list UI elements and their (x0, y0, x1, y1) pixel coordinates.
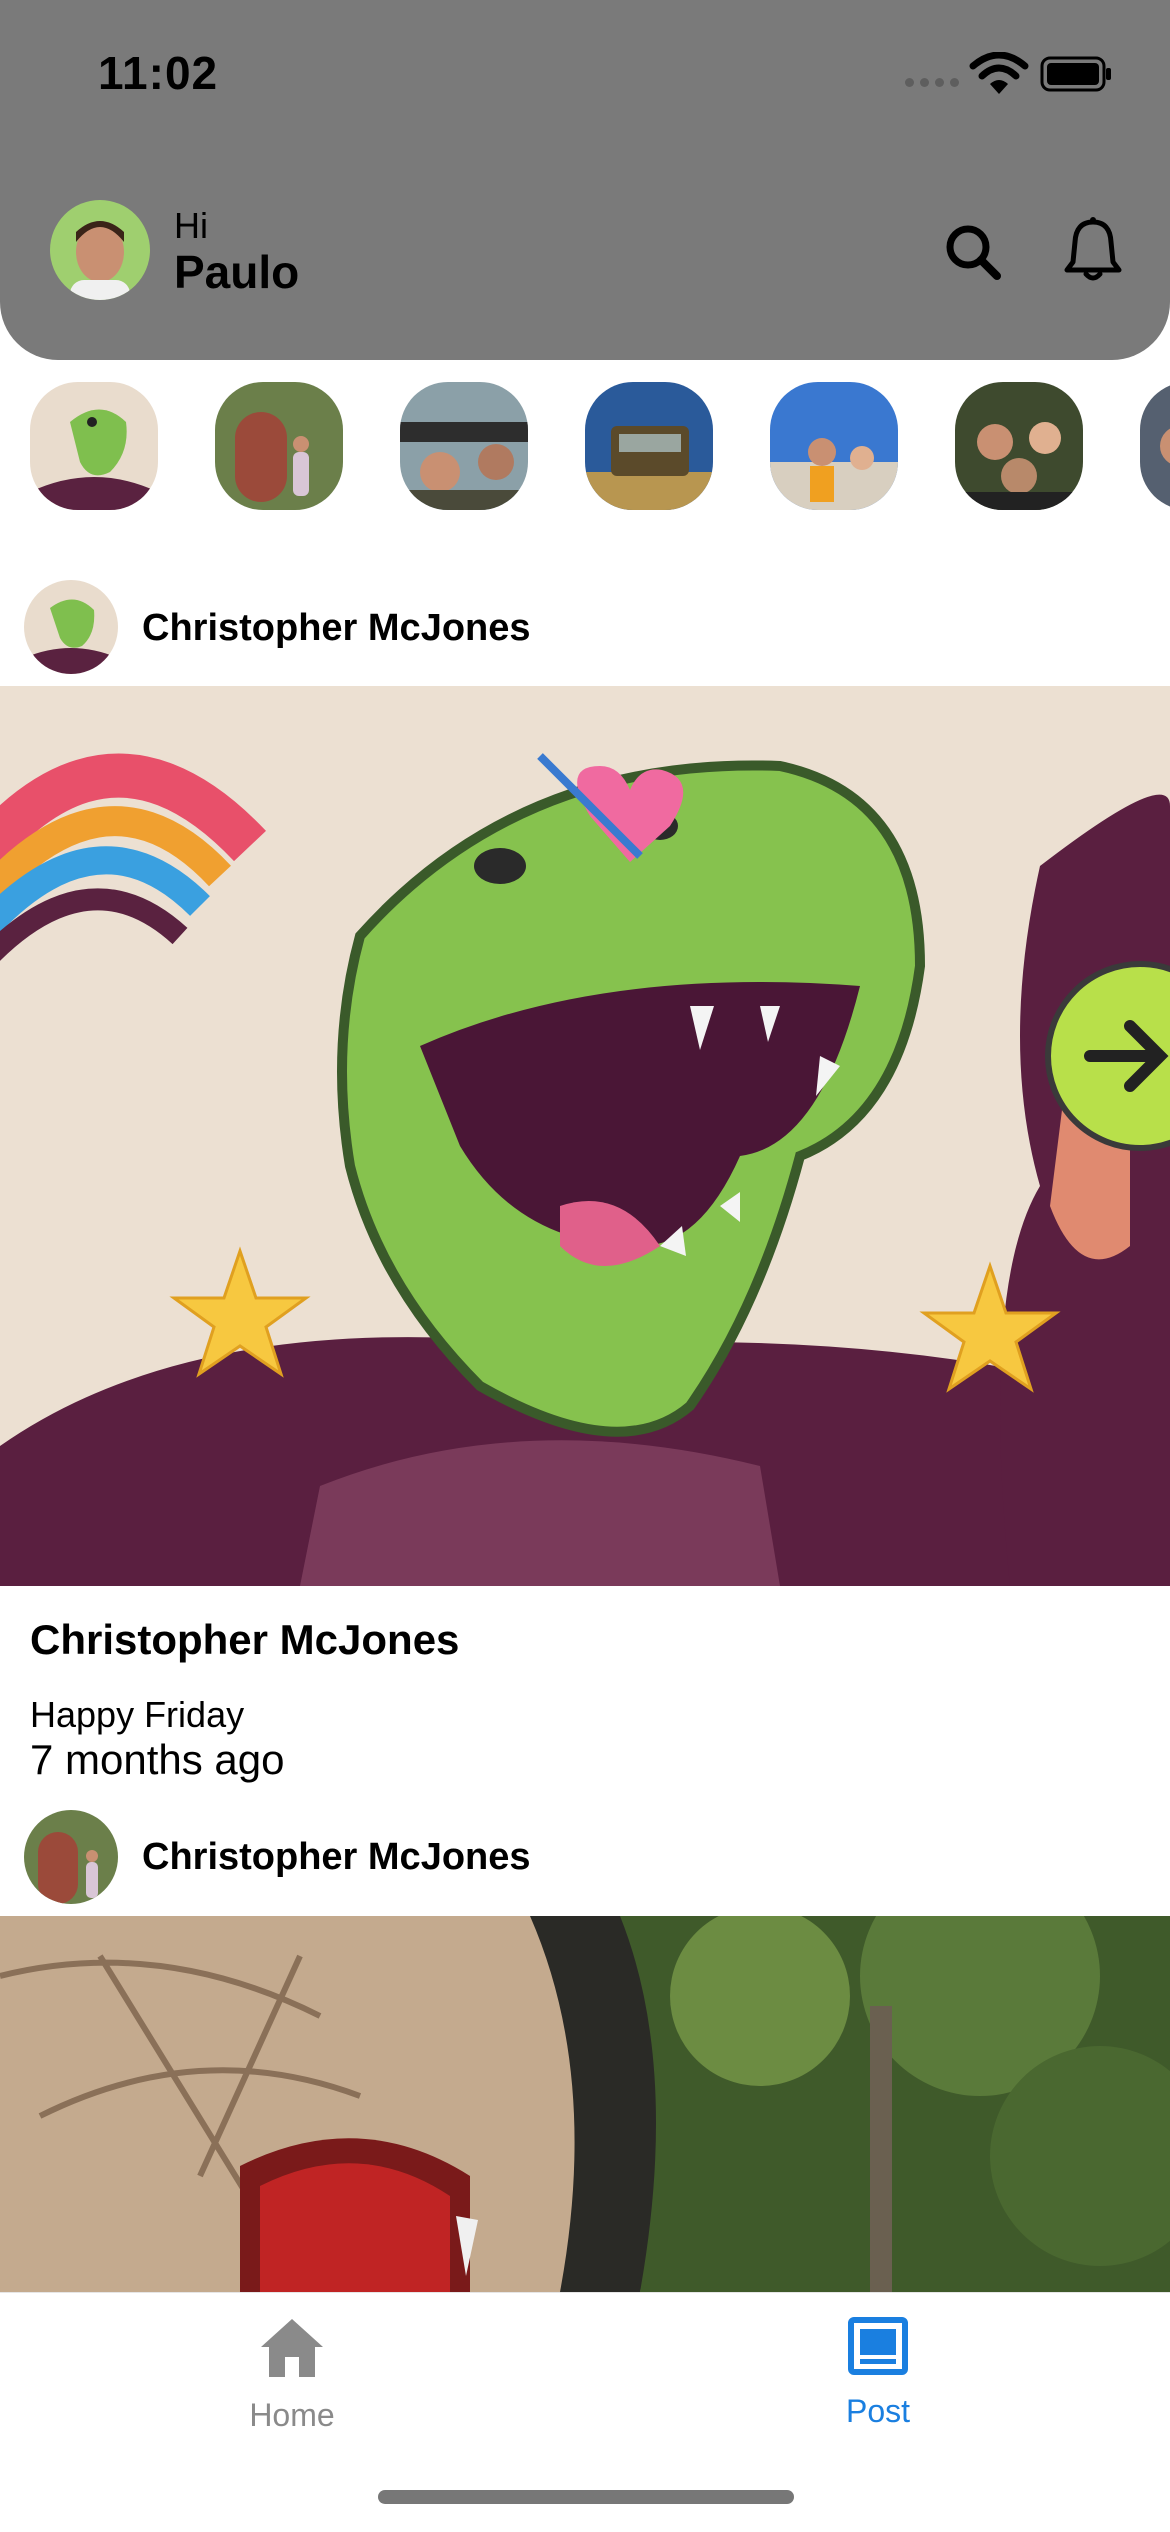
header: 11:02 Hi Paulo (0, 0, 1170, 360)
tab-home-label: Home (249, 2397, 335, 2433)
tab-post-label: Post (845, 2393, 911, 2429)
post-author-name[interactable]: Christopher McJones (142, 607, 531, 650)
story-item[interactable] (585, 382, 713, 510)
post-image[interactable] (0, 686, 1170, 1586)
bell-icon[interactable] (1062, 216, 1124, 284)
tab-post[interactable]: Post (758, 2317, 998, 2457)
post-caption: Happy Friday (30, 1694, 245, 1735)
post-icon (848, 2317, 908, 2375)
battery-icon (1040, 56, 1111, 92)
post-author-name[interactable]: Christopher McJones (142, 1836, 531, 1879)
story-item[interactable] (955, 382, 1083, 510)
search-icon[interactable] (943, 222, 1003, 282)
stories-row (0, 382, 1170, 512)
home-indicator[interactable] (378, 2490, 794, 2504)
post-author-avatar[interactable] (24, 580, 118, 674)
status-time: 11:02 (98, 47, 219, 99)
cellular-signal-icon (905, 78, 959, 87)
story-item[interactable] (1140, 382, 1170, 510)
post-title: Christopher McJones (30, 1616, 460, 1663)
wifi-icon (969, 52, 1029, 94)
story-item[interactable] (770, 382, 898, 510)
post-image[interactable] (0, 1916, 1170, 2292)
user-avatar[interactable] (50, 200, 150, 300)
tab-home[interactable]: Home (172, 2317, 412, 2457)
post-author-avatar[interactable] (24, 1810, 118, 1904)
post-time: 7 months ago (30, 1736, 285, 1783)
user-name: Paulo (174, 246, 300, 298)
story-item[interactable] (215, 382, 343, 510)
home-icon (261, 2319, 323, 2377)
story-item[interactable] (400, 382, 528, 510)
greeting-label: Hi (174, 205, 208, 246)
story-item[interactable] (30, 382, 158, 510)
